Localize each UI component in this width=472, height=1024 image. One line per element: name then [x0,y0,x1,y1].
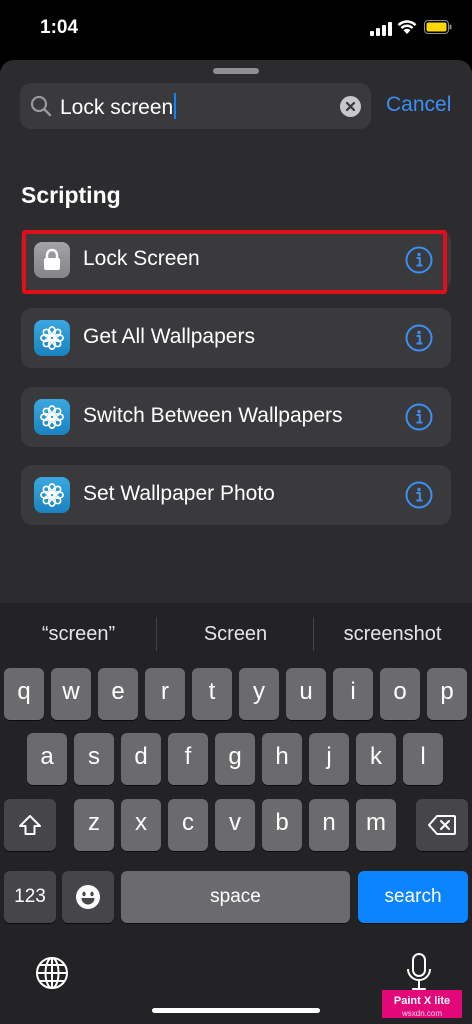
clear-icon[interactable] [340,96,361,117]
lock-icon [34,242,70,278]
key-y[interactable]: y [239,668,279,720]
battery-icon [424,20,452,34]
space-key[interactable]: space [121,871,350,923]
cellular-signal-icon [370,22,392,36]
info-icon[interactable] [405,403,433,431]
keyboard: “screen” Screen screenshot q w e r t y u… [0,603,472,1024]
sheet-grabber[interactable] [213,68,259,74]
search-sheet: Lock screen Cancel Scripting Lock Screen [0,60,472,605]
key-j[interactable]: j [309,733,349,785]
result-label: Set Wallpaper Photo [83,482,275,505]
watermark-logo: Paint X lite wsxdn.com [382,990,462,1018]
status-time: 1:04 [40,17,79,38]
result-row-switch-between-wallpapers[interactable]: Switch Between Wallpapers [21,387,451,447]
info-icon[interactable] [405,481,433,509]
info-icon[interactable] [405,246,433,274]
delete-key[interactable] [416,799,468,851]
key-i[interactable]: i [333,668,373,720]
result-row-lock-screen[interactable]: Lock Screen [21,230,451,290]
key-q[interactable]: q [4,668,44,720]
home-indicator[interactable] [152,1008,320,1013]
result-label: Lock Screen [83,247,200,270]
key-a[interactable]: a [27,733,67,785]
section-title: Scripting [21,182,121,208]
search-icon [30,95,52,117]
key-d[interactable]: d [121,733,161,785]
key-c[interactable]: c [168,799,208,851]
key-l[interactable]: l [403,733,443,785]
suggestion-item[interactable]: “screen” [0,617,157,651]
search-query: Lock screen [60,96,174,119]
search-input[interactable]: Lock screen [60,93,177,120]
suggestion-item[interactable]: screenshot [314,617,471,651]
info-icon[interactable] [405,324,433,352]
key-v[interactable]: v [215,799,255,851]
key-z[interactable]: z [74,799,114,851]
key-w[interactable]: w [51,668,91,720]
emoji-icon [76,885,100,909]
flower-icon [34,399,70,435]
cancel-button[interactable]: Cancel [386,93,451,117]
result-label: Get All Wallpapers [83,325,255,348]
key-x[interactable]: x [121,799,161,851]
emoji-key[interactable] [62,871,114,923]
text-cursor [174,93,177,119]
key-h[interactable]: h [262,733,302,785]
key-p[interactable]: p [427,668,467,720]
key-o[interactable]: o [380,668,420,720]
result-label: Switch Between Wallpapers [83,404,343,427]
key-f[interactable]: f [168,733,208,785]
key-k[interactable]: k [356,733,396,785]
watermark-site: wsxdn.com [401,1009,442,1018]
suggestion-item[interactable]: Screen [157,617,314,651]
microphone-icon[interactable] [406,953,432,991]
key-m[interactable]: m [356,799,396,851]
key-t[interactable]: t [192,668,232,720]
search-key[interactable]: search [358,871,468,923]
key-s[interactable]: s [74,733,114,785]
flower-icon [34,320,70,356]
status-bar: 1:04 [0,0,472,58]
key-e[interactable]: e [98,668,138,720]
backspace-icon [428,815,456,835]
key-r[interactable]: r [145,668,185,720]
search-field[interactable]: Lock screen [20,83,371,129]
result-row-get-all-wallpapers[interactable]: Get All Wallpapers [21,308,451,368]
result-row-set-wallpaper-photo[interactable]: Set Wallpaper Photo [21,465,451,525]
flower-icon [34,477,70,513]
wifi-icon [397,20,417,34]
key-g[interactable]: g [215,733,255,785]
key-u[interactable]: u [286,668,326,720]
globe-icon[interactable] [35,956,69,990]
key-b[interactable]: b [262,799,302,851]
watermark-title: Paint X lite [393,995,451,1007]
key-n[interactable]: n [309,799,349,851]
numbers-key[interactable]: 123 [4,871,56,923]
shift-icon [19,815,41,835]
shift-key[interactable] [4,799,56,851]
